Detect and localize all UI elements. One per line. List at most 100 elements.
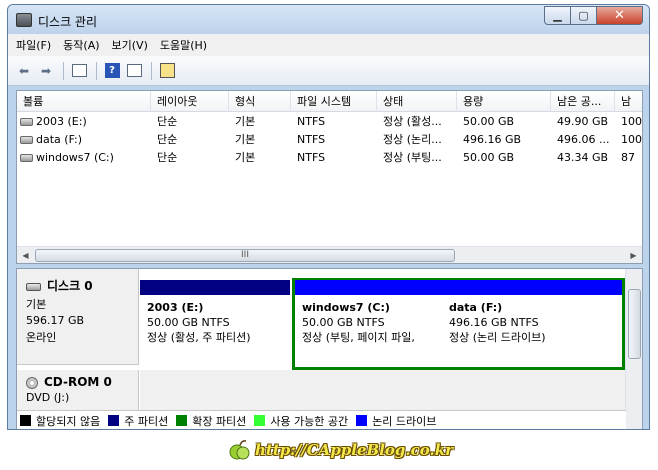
volume-icon	[20, 136, 33, 144]
properties-button[interactable]	[157, 62, 177, 80]
partition-status: 정상 (활성, 주 파티션)	[147, 331, 251, 344]
cdrom-0-name: CD-ROM 0	[44, 375, 112, 389]
vertical-scrollbar[interactable]	[625, 269, 642, 429]
free-percent-cell: 100	[621, 133, 642, 146]
free-percent-cell: 100	[621, 115, 642, 128]
toolbar-separator	[63, 61, 64, 80]
volume-name: data (F:)	[36, 133, 83, 146]
disk-graphical-view: 디스크 0 기본 596.17 GB 온라인 2003 (E:) 50.00 G…	[16, 268, 643, 429]
toolbar-separator	[96, 61, 97, 80]
column-header-status[interactable]: 상태	[377, 91, 457, 112]
column-header-free-percent[interactable]: 남	[615, 91, 644, 112]
disk-0-size: 596.17 GB	[26, 314, 85, 327]
layout-cell: 단순	[157, 151, 178, 164]
cdrom-0-media-area[interactable]	[140, 370, 626, 410]
volume-name: 2003 (E:)	[36, 115, 87, 128]
help-button[interactable]: ?	[102, 62, 122, 80]
free-space-cell: 43.34 GB	[557, 151, 609, 164]
properties-icon	[159, 63, 175, 78]
disk-0-name: 디스크 0	[47, 279, 93, 293]
legend-label: 논리 드라이브	[372, 414, 437, 428]
console-tree-icon	[71, 64, 87, 77]
show-action-pane-button[interactable]	[124, 62, 144, 80]
partition-details: 2003 (E:) 50.00 GB NTFS 정상 (활성, 주 파티션)	[142, 297, 288, 365]
scroll-right-icon[interactable]: ▶	[625, 247, 642, 264]
forward-button[interactable]: ➡	[36, 62, 56, 80]
table-row[interactable]: windows7 (C:) 단순 기본 NTFS 정상 (부팅... 50.00…	[17, 149, 642, 167]
disk-0-status: 온라인	[26, 331, 57, 344]
back-button[interactable]: ⬅	[14, 62, 34, 80]
column-header-volume[interactable]: 볼륨	[17, 91, 151, 112]
partition-data-f[interactable]: data (F:) 496.16 GB NTFS 정상 (논리 드라이브)	[442, 280, 622, 367]
partition-status: 정상 (부팅, 페이지 파일,	[302, 331, 415, 344]
column-header-type[interactable]: 형식	[229, 91, 291, 112]
partition-name: 2003 (E:)	[147, 301, 204, 314]
cdrom-0-type: DVD (J:)	[26, 391, 70, 404]
menu-action[interactable]: 동작(A)	[63, 37, 99, 53]
column-header-capacity[interactable]: 용량	[457, 91, 551, 112]
scroll-grip: III	[241, 250, 249, 260]
capacity-cell: 496.16 GB	[463, 133, 522, 146]
horizontal-scroll-thumb[interactable]: III	[35, 249, 455, 262]
legend: 할당되지 않음 주 파티션 확장 파티션 사용 가능한 공간 논리 드라이브	[17, 410, 626, 429]
forward-arrow-icon: ➡	[40, 63, 52, 78]
partition-status: 정상 (논리 드라이브)	[449, 331, 546, 344]
window-title: 디스크 관리	[38, 15, 98, 29]
watermark-footer: http://CAppleBlog.co.kr	[0, 432, 658, 470]
partition-windows7-c[interactable]: windows7 (C:) 50.00 GB NTFS 정상 (부팅, 페이지 …	[295, 280, 442, 367]
menu-file[interactable]: 파일(F)	[16, 37, 51, 53]
hard-disk-icon	[26, 282, 41, 291]
disk-management-app-icon	[16, 13, 32, 27]
legend-label: 주 파티션	[124, 414, 169, 428]
partition-2003-e[interactable]: 2003 (E:) 50.00 GB NTFS 정상 (활성, 주 파티션)	[140, 280, 290, 367]
minimize-button[interactable]: ▁	[544, 6, 571, 25]
disk-0-info[interactable]: 디스크 0 기본 596.17 GB 온라인	[17, 269, 139, 365]
volume-rows: 2003 (E:) 단순 기본 NTFS 정상 (활성... 50.00 GB …	[17, 113, 642, 167]
volume-icon	[20, 154, 33, 162]
close-icon: ✕	[614, 8, 625, 23]
layout-cell: 단순	[157, 115, 178, 128]
status-cell: 정상 (논리...	[383, 133, 442, 146]
menu-help[interactable]: 도움말(H)	[160, 37, 207, 53]
status-cell: 정상 (부팅...	[383, 151, 442, 164]
capacity-cell: 50.00 GB	[463, 115, 515, 128]
scroll-left-icon[interactable]: ◀	[17, 247, 34, 264]
cd-rom-icon	[26, 376, 38, 389]
cdrom-0-info[interactable]: CD-ROM 0 DVD (J:)	[17, 370, 139, 410]
free-space-cell: 496.06 ...	[557, 133, 610, 146]
free-percent-cell: 87	[621, 151, 635, 164]
volume-name: windows7 (C:)	[36, 151, 114, 164]
primary-partition-bar	[140, 280, 290, 295]
column-header-free-space[interactable]: 남은 공...	[551, 91, 615, 112]
disk-management-window: 디스크 관리 ▁ ▢ ✕ 파일(F) 동작(A) 보기(V) 도움말(H) ⬅ …	[7, 4, 650, 430]
legend-item-logical: 논리 드라이브	[356, 413, 436, 429]
partition-details: data (F:) 496.16 GB NTFS 정상 (논리 드라이브)	[444, 297, 620, 365]
legend-swatch	[254, 415, 266, 426]
layout-cell: 단순	[157, 133, 178, 146]
column-header-layout[interactable]: 레이아웃	[151, 91, 229, 112]
legend-item-primary: 주 파티션	[108, 413, 168, 429]
table-row[interactable]: 2003 (E:) 단순 기본 NTFS 정상 (활성... 50.00 GB …	[17, 113, 642, 131]
volume-cell: windows7 (C:)	[17, 149, 151, 167]
menu-view[interactable]: 보기(V)	[112, 37, 148, 53]
filesystem-cell: NTFS	[297, 115, 326, 128]
partition-details: windows7 (C:) 50.00 GB NTFS 정상 (부팅, 페이지 …	[297, 297, 440, 365]
title-bar[interactable]: 디스크 관리 ▁ ▢ ✕	[8, 5, 649, 34]
maximize-button[interactable]: ▢	[571, 6, 597, 25]
show-console-tree-button[interactable]	[69, 62, 89, 80]
window-controls: ▁ ▢ ✕	[544, 6, 643, 25]
watermark-url: http://CAppleBlog.co.kr	[255, 441, 454, 459]
toolbar: ⬅ ➡ ?	[8, 56, 649, 86]
legend-label: 확장 파티션	[192, 414, 247, 428]
table-row[interactable]: data (F:) 단순 기본 NTFS 정상 (논리... 496.16 GB…	[17, 131, 642, 149]
action-pane-icon	[126, 64, 142, 77]
legend-item-free-space: 사용 가능한 공간	[254, 413, 348, 429]
menu-bar: 파일(F) 동작(A) 보기(V) 도움말(H)	[8, 34, 649, 56]
close-button[interactable]: ✕	[597, 6, 643, 25]
column-header-filesystem[interactable]: 파일 시스템	[291, 91, 377, 112]
vertical-scroll-thumb[interactable]	[628, 289, 641, 359]
horizontal-scrollbar[interactable]: ◀ III ▶	[17, 246, 642, 263]
type-cell: 기본	[235, 115, 256, 128]
legend-swatch	[20, 415, 31, 426]
legend-item-unallocated: 할당되지 않음	[20, 413, 100, 429]
